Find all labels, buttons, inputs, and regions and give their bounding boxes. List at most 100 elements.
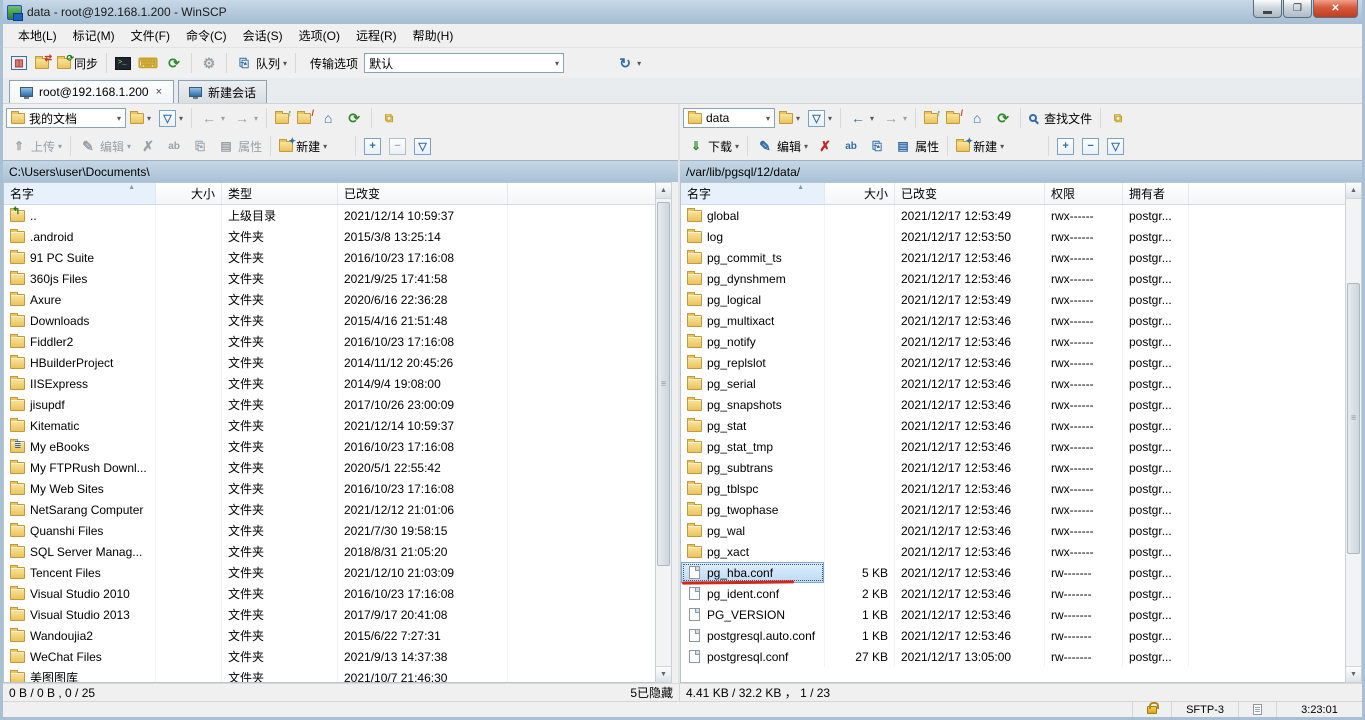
file-row[interactable]: pg_snapshots 2021/12/17 12:53:46 rwx----… (681, 394, 1345, 415)
remote-visited-directories-button[interactable]: / (942, 111, 964, 126)
file-row[interactable]: My eBooks 文件夹 2016/10/23 17:16:08 (4, 436, 655, 457)
file-row[interactable]: global 2021/12/17 12:53:49 rwx------ pos… (681, 205, 1345, 226)
scroll-up-icon[interactable]: ▲ (1346, 183, 1361, 199)
file-row[interactable]: postgresql.auto.conf 1 KB 2021/12/17 12:… (681, 625, 1345, 646)
file-row[interactable]: pg_commit_ts 2021/12/17 12:53:46 rwx----… (681, 247, 1345, 268)
protocol-status[interactable]: SFTP-3 (1171, 702, 1238, 717)
scroll-down-icon[interactable]: ▼ (1346, 666, 1361, 682)
remote-path-bar[interactable]: /var/lib/pgsql/12/data/ (680, 160, 1362, 182)
menu-session[interactable]: 会话(S) (236, 24, 290, 47)
restore-button[interactable]: ❐ (1283, 0, 1312, 18)
remote-new-button[interactable]: ✦新建▾ (952, 136, 1008, 157)
file-row[interactable]: My Web Sites 文件夹 2016/10/23 17:16:08 (4, 478, 655, 499)
file-row[interactable]: pg_subtrans 2021/12/17 12:53:46 rwx-----… (681, 457, 1345, 478)
file-row[interactable]: Visual Studio 2010 文件夹 2016/10/23 17:16:… (4, 583, 655, 604)
remote-home-button[interactable]: ⌂ (964, 107, 990, 129)
local-properties-button[interactable]: ▤属性 (213, 135, 266, 157)
header-changed[interactable]: 已改变 (338, 183, 508, 204)
local-new-button[interactable]: ✦新建▾ (275, 136, 331, 157)
file-row[interactable]: pg_ident.conf 2 KB 2021/12/17 12:53:46 r… (681, 583, 1345, 604)
file-row[interactable]: pg_dynshmem 2021/12/17 12:53:46 rwx-----… (681, 268, 1345, 289)
local-refresh-button[interactable]: ⟳ (341, 107, 367, 129)
local-rename-button[interactable]: ab (161, 135, 187, 157)
file-row[interactable]: pg_serial 2021/12/17 12:53:46 rwx------ … (681, 373, 1345, 394)
refresh-panels-button[interactable]: ⟳ (161, 52, 187, 74)
remote-edit-button[interactable]: ✎编辑▾ (752, 135, 812, 157)
file-row[interactable]: PG_VERSION 1 KB 2021/12/17 12:53:46 rw--… (681, 604, 1345, 625)
remote-delete-button[interactable]: ✗ (812, 135, 838, 157)
file-row[interactable]: log 2021/12/17 12:53:50 rwx------ postgr… (681, 226, 1345, 247)
find-files-button[interactable]: 查找文件 (1025, 108, 1096, 129)
file-row[interactable]: WeChat Files 文件夹 2021/9/13 14:37:38 (4, 646, 655, 667)
sync-browsing-button[interactable]: ⇄ (31, 56, 53, 71)
remote-select-remove-button[interactable]: − (1078, 136, 1103, 157)
file-row[interactable]: pg_stat 2021/12/17 12:53:46 rwx------ po… (681, 415, 1345, 436)
file-row[interactable]: pg_twophase 2021/12/17 12:53:46 rwx-----… (681, 499, 1345, 520)
file-row[interactable]: pg_stat_tmp 2021/12/17 12:53:46 rwx-----… (681, 436, 1345, 457)
header-name[interactable]: 名字▲ (681, 183, 825, 204)
local-visited-directories-button[interactable]: / (293, 111, 315, 126)
scroll-up-icon[interactable]: ▲ (656, 183, 671, 199)
remote-forward-button[interactable]: →▾ (878, 107, 911, 129)
file-row[interactable]: pg_hba.conf 5 KB 2021/12/17 12:53:46 rw-… (681, 562, 1345, 583)
download-button[interactable]: ⇓下载▾ (683, 135, 743, 157)
scrollbar-thumb[interactable] (1347, 283, 1360, 554)
file-row[interactable]: HBuilderProject 文件夹 2014/11/12 20:45:26 (4, 352, 655, 373)
remote-drive-select[interactable]: data▾ (683, 108, 775, 128)
file-row[interactable]: Downloads 文件夹 2015/4/16 21:51:48 (4, 310, 655, 331)
preferences-button[interactable]: ⚙ (196, 52, 222, 74)
remote-select-mask-button[interactable]: ▽ (1103, 136, 1128, 157)
notes-status[interactable] (1238, 702, 1276, 717)
menu-help[interactable]: 帮助(H) (406, 24, 461, 47)
transfer-preset-select[interactable]: 默认▾ (364, 53, 564, 73)
remote-track-changes-button[interactable]: ⧉ (1105, 107, 1131, 129)
file-row[interactable]: Fiddler2 文件夹 2016/10/23 17:16:08 (4, 331, 655, 352)
tab-new-session[interactable]: 新建会话 (178, 80, 267, 103)
local-edit-button[interactable]: ✎编辑▾ (75, 135, 135, 157)
local-select-mask-button[interactable]: ▽ (410, 136, 435, 157)
remote-select-add-button[interactable]: + (1053, 136, 1078, 157)
remote-vertical-scrollbar[interactable]: ▲ ▼ (1345, 182, 1362, 683)
file-row[interactable]: NetSarang Computer 文件夹 2021/12/12 21:01:… (4, 499, 655, 520)
scroll-down-icon[interactable]: ▼ (656, 666, 671, 682)
file-row[interactable]: jisupdf 文件夹 2017/10/26 23:00:09 (4, 394, 655, 415)
menu-file[interactable]: 文件(F) (124, 24, 177, 47)
header-size[interactable]: 大小 (156, 183, 222, 204)
local-open-directory-button[interactable]: ▾ (126, 111, 155, 126)
local-hidden-count[interactable]: 5已隐藏 (630, 684, 673, 701)
synchronize-button[interactable]: ⟳同步 (53, 53, 102, 74)
file-row[interactable]: IISExpress 文件夹 2014/9/4 19:08:00 (4, 373, 655, 394)
file-row[interactable]: pg_tblspc 2021/12/17 12:53:46 rwx------ … (681, 478, 1345, 499)
local-forward-button[interactable]: →▾ (229, 107, 262, 129)
menu-commands[interactable]: 命令(C) (179, 24, 234, 47)
local-vertical-scrollbar[interactable]: ▲ ▼ (655, 182, 672, 683)
upload-button[interactable]: ⇑上传▾ (6, 135, 66, 157)
tab-close-icon[interactable]: × (155, 86, 163, 98)
file-row[interactable]: pg_logical 2021/12/17 12:53:49 rwx------… (681, 289, 1345, 310)
remote-rename-button[interactable]: ab (838, 135, 864, 157)
menu-remote[interactable]: 远程(R) (349, 24, 404, 47)
remote-parent-directory-button[interactable]: ↑ (920, 111, 942, 126)
file-row[interactable]: SQL Server Manag... 文件夹 2018/8/31 21:05:… (4, 541, 655, 562)
local-select-remove-button[interactable]: − (385, 136, 410, 157)
header-size[interactable]: 大小 (825, 183, 895, 204)
queue-button[interactable]: ⎘队列▾ (231, 52, 291, 74)
file-row[interactable]: .android 文件夹 2015/3/8 13:25:14 (4, 226, 655, 247)
file-row[interactable]: pg_notify 2021/12/17 12:53:46 rwx------ … (681, 331, 1345, 352)
local-drive-select[interactable]: 我的文档▾ (6, 108, 126, 128)
local-duplicate-button[interactable]: ⎘ (187, 135, 213, 157)
file-row[interactable]: .. 上级目录 2021/12/14 10:59:37 (4, 205, 655, 226)
remote-back-button[interactable]: ←▾ (845, 107, 878, 129)
file-row[interactable]: 美图图库 文件夹 2021/10/7 21:46:30 (4, 667, 655, 682)
session-reconnect-button[interactable]: ↻▾ (612, 52, 645, 74)
local-path-bar[interactable]: C:\Users\user\Documents\ (3, 160, 678, 182)
file-row[interactable]: Quanshi Files 文件夹 2021/7/30 19:58:15 (4, 520, 655, 541)
commander-view-button[interactable]: ▥ (7, 54, 31, 72)
file-row[interactable]: Kitematic 文件夹 2021/12/14 10:59:37 (4, 415, 655, 436)
file-row[interactable]: 91 PC Suite 文件夹 2016/10/23 17:16:08 (4, 247, 655, 268)
file-row[interactable]: Axure 文件夹 2020/6/16 22:36:28 (4, 289, 655, 310)
file-row[interactable]: pg_wal 2021/12/17 12:53:46 rwx------ pos… (681, 520, 1345, 541)
file-row[interactable]: pg_multixact 2021/12/17 12:53:46 rwx----… (681, 310, 1345, 331)
header-changed[interactable]: 已改变 (895, 183, 1045, 204)
header-name[interactable]: 名字▲ (4, 183, 156, 204)
